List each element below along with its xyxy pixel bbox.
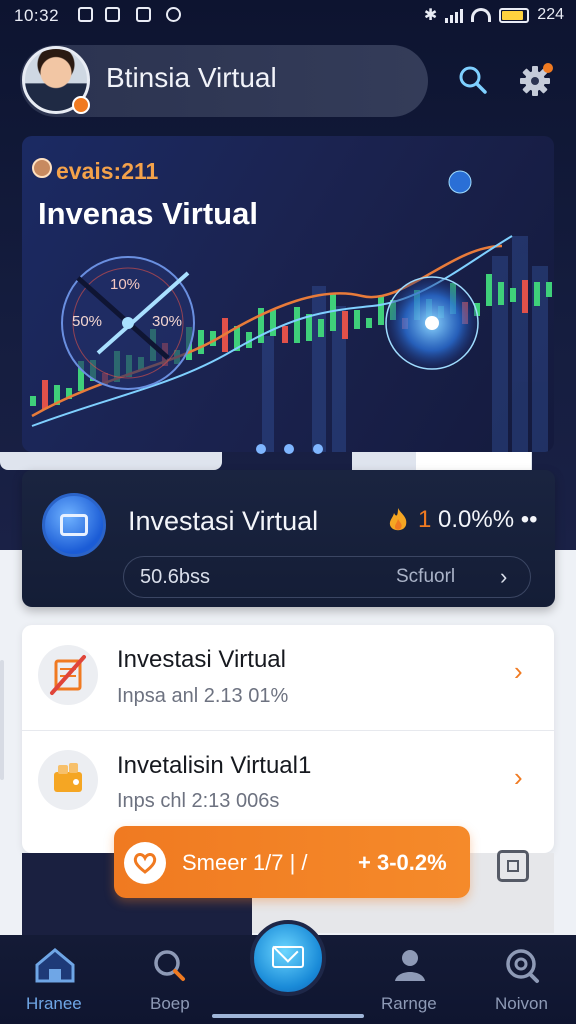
search-button[interactable] bbox=[455, 62, 491, 98]
candlestick bbox=[318, 319, 324, 337]
candlestick bbox=[198, 330, 204, 354]
return-prefix: 1 bbox=[418, 506, 432, 533]
stop-button[interactable] bbox=[497, 850, 529, 882]
list-item-title: Investasi Virtual bbox=[117, 646, 286, 673]
notification-icon bbox=[105, 7, 120, 22]
candlestick bbox=[282, 326, 288, 343]
carousel-dot[interactable] bbox=[313, 444, 323, 454]
candlestick bbox=[354, 310, 360, 329]
user-icon bbox=[395, 950, 425, 981]
status-bar: 10:32 ✱ 224 bbox=[0, 0, 576, 32]
settings-button[interactable] bbox=[515, 60, 555, 100]
search-icon bbox=[459, 66, 487, 94]
investment-icon bbox=[42, 493, 106, 557]
list-item-subtitle: Inps chl 2:13 006s bbox=[117, 790, 280, 812]
banner-edge bbox=[0, 452, 222, 470]
banner-kicker: evais:211 bbox=[56, 158, 159, 184]
candlestick bbox=[270, 310, 276, 336]
return-value: 0.0%% •• bbox=[438, 506, 538, 533]
heart-icon bbox=[124, 842, 166, 884]
search-icon bbox=[154, 950, 185, 981]
bluetooth-icon: ✱ bbox=[423, 7, 438, 24]
image-icon bbox=[136, 7, 151, 22]
home-indicator bbox=[212, 1014, 364, 1018]
mail-icon bbox=[272, 936, 304, 968]
signal-icon bbox=[445, 7, 464, 23]
notification-icon bbox=[78, 7, 93, 22]
app-icon bbox=[166, 7, 181, 22]
chevron-right-icon: › bbox=[514, 762, 523, 792]
candlestick bbox=[306, 314, 312, 341]
candlestick bbox=[30, 396, 36, 406]
candlestick bbox=[42, 380, 48, 409]
notifications-icon bbox=[506, 949, 539, 983]
battery-icon bbox=[499, 7, 530, 23]
nav-label: Hranee bbox=[26, 994, 82, 1013]
candlestick bbox=[210, 331, 216, 346]
profile-icon bbox=[32, 158, 52, 178]
nav-label: Noivon bbox=[495, 994, 548, 1013]
calculator-icon bbox=[38, 645, 98, 705]
page-title: Btinsia Virtual bbox=[106, 62, 277, 93]
list-item[interactable] bbox=[22, 625, 554, 730]
smart-label: Smeer 1/7 | / bbox=[182, 850, 308, 875]
carousel-dot[interactable] bbox=[256, 444, 266, 454]
candlestick bbox=[534, 282, 540, 306]
list-item[interactable] bbox=[22, 731, 554, 831]
home-icon bbox=[35, 948, 75, 983]
candlestick bbox=[342, 311, 348, 339]
candlestick bbox=[510, 288, 516, 302]
wallet-icon bbox=[38, 750, 98, 810]
list-item-title: Invetalisin Virtual1 bbox=[117, 752, 312, 779]
fire-icon bbox=[389, 508, 407, 531]
candlestick bbox=[546, 282, 552, 297]
list-item-subtitle: Inpsa anl 2.13 01% bbox=[117, 685, 289, 707]
candlestick bbox=[522, 280, 528, 313]
candlestick bbox=[486, 274, 492, 306]
investment-title: Investasi Virtual bbox=[128, 506, 319, 536]
candlestick bbox=[294, 307, 300, 343]
candlestick bbox=[366, 318, 372, 328]
chevron-right-icon: › bbox=[500, 564, 508, 589]
investment-return: 1 0.0%% •• bbox=[418, 506, 538, 534]
candlestick bbox=[378, 296, 384, 325]
investment-amount: 50.6bss bbox=[140, 566, 211, 588]
status-time: 10:32 bbox=[14, 6, 60, 25]
gear-icon bbox=[520, 63, 553, 96]
banner-title: Invenas Virtual bbox=[38, 196, 258, 231]
candlestick bbox=[498, 282, 504, 305]
avatar-badge bbox=[72, 96, 90, 114]
battery-level: 224 bbox=[537, 6, 564, 23]
gauge-label: 50% bbox=[72, 313, 103, 330]
carousel-dot-active[interactable] bbox=[284, 444, 294, 454]
wifi-icon bbox=[471, 8, 492, 22]
smart-value: + 3-0.2% bbox=[358, 850, 447, 875]
chevron-right-icon: › bbox=[514, 656, 523, 686]
nav-label: Boep bbox=[150, 994, 190, 1013]
edge-tab bbox=[0, 660, 4, 780]
investment-schedule: Scfuorl bbox=[396, 566, 456, 587]
nav-label: Rarnge bbox=[381, 994, 437, 1013]
gauge-label: 10% bbox=[110, 276, 141, 293]
gauge-label: 30% bbox=[152, 313, 183, 330]
